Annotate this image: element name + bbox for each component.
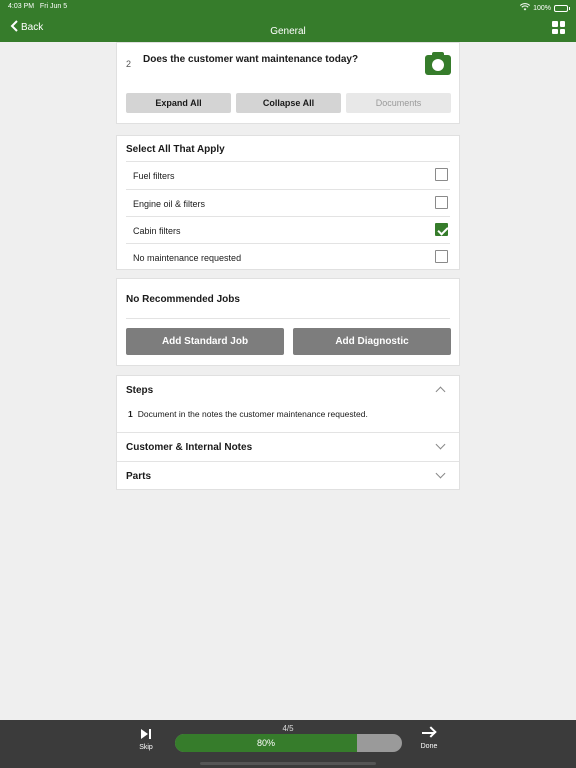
battery-icon [554, 4, 570, 12]
wifi-icon [520, 3, 531, 13]
battery-percent: 100% [533, 4, 551, 12]
jobs-card: No Recommended Jobs Add Standard Job Add… [116, 278, 460, 366]
skip-label: Skip [139, 744, 153, 751]
question-card: 2 Does the customer want maintenance tod… [116, 42, 460, 124]
checkbox[interactable] [435, 168, 448, 181]
done-label: Done [420, 743, 438, 750]
question-number: 2 [126, 59, 132, 69]
option-label: Cabin filters [133, 226, 181, 236]
divider [126, 318, 450, 319]
step-counter: 4/5 [282, 724, 294, 733]
checkbox-checked[interactable] [435, 223, 448, 236]
option-fuel-filters[interactable]: Fuel filters [126, 161, 450, 188]
chevron-up-icon [435, 386, 446, 397]
option-label: Engine oil & filters [133, 199, 206, 209]
page-title: General [270, 26, 306, 37]
add-standard-job-button[interactable]: Add Standard Job [126, 328, 284, 355]
documents-button[interactable]: Documents [346, 93, 451, 113]
chevron-down-icon [435, 468, 446, 479]
option-label: No maintenance requested [133, 253, 242, 263]
progress-bar: 80% [175, 734, 402, 752]
grid-menu-icon[interactable] [552, 21, 565, 34]
option-label: Fuel filters [133, 171, 175, 181]
parts-header[interactable]: Parts [117, 462, 459, 491]
status-indicators: 100% [520, 3, 570, 13]
step-text: Document in the notes the customer maint… [137, 409, 368, 419]
chevron-down-icon [435, 439, 446, 450]
steps-label: Steps [126, 385, 154, 396]
select-title: Select All That Apply [126, 144, 225, 155]
question-text: Does the customer want maintenance today… [143, 54, 359, 65]
option-engine-oil[interactable]: Engine oil & filters [126, 189, 450, 216]
status-time: 4:03 PM Fri Jun 5 [8, 3, 67, 10]
notes-header[interactable]: Customer & Internal Notes [117, 433, 459, 462]
expand-all-button[interactable]: Expand All [126, 93, 231, 113]
status-date: Fri Jun 5 [39, 3, 68, 10]
option-cabin-filters[interactable]: Cabin filters [126, 216, 450, 243]
step-item: 1 Document in the notes the customer mai… [128, 409, 368, 419]
progress-label: 80% [256, 738, 275, 748]
steps-header[interactable]: Steps [117, 376, 459, 405]
arrow-right-icon [422, 726, 437, 740]
sections-card: Steps 1 Document in the notes the custom… [116, 375, 460, 490]
done-button[interactable]: Done [409, 726, 449, 750]
checkbox[interactable] [435, 196, 448, 209]
select-card: Select All That Apply Fuel filters Engin… [116, 135, 460, 270]
collapse-all-button[interactable]: Collapse All [236, 93, 341, 113]
parts-label: Parts [126, 471, 152, 482]
top-bar: 4:03 PM Fri Jun 5 100% Back General [0, 0, 576, 42]
camera-icon[interactable] [425, 52, 451, 75]
home-indicator [200, 762, 376, 765]
notes-label: Customer & Internal Notes [126, 442, 253, 453]
option-no-maintenance[interactable]: No maintenance requested [126, 243, 450, 270]
add-diagnostic-button[interactable]: Add Diagnostic [293, 328, 451, 355]
status-clock: 4:03 PM [8, 3, 35, 10]
step-number: 1 [128, 409, 133, 419]
checkbox[interactable] [435, 250, 448, 263]
jobs-title: No Recommended Jobs [126, 294, 240, 305]
bottom-bar: Skip 4/5 80% Done [0, 720, 576, 768]
